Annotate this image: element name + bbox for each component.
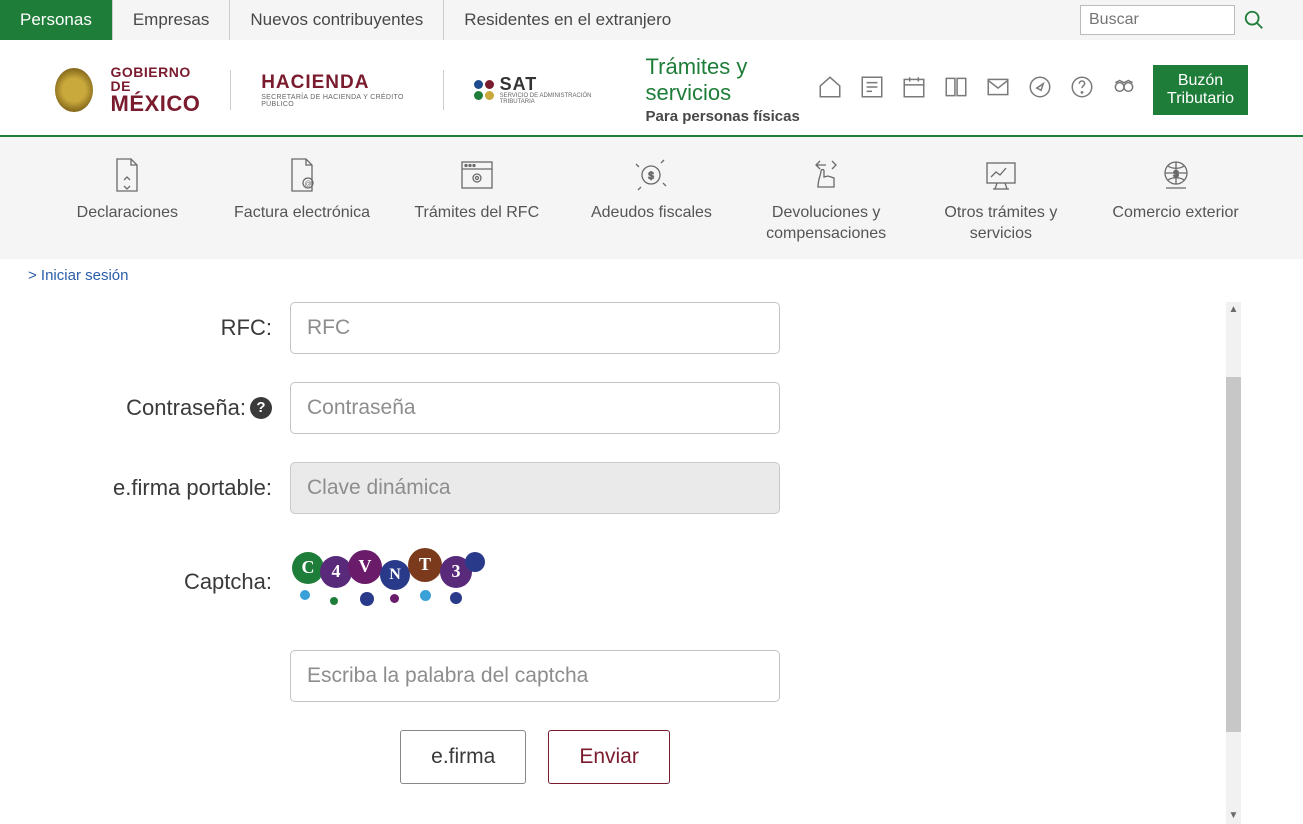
cat-tramites-rfc[interactable]: Trámites del RFC xyxy=(402,155,552,245)
password-label: Contraseña: ? xyxy=(60,395,290,421)
globe-dollar-icon: $ xyxy=(1156,155,1196,195)
cat-label: Trámites del RFC xyxy=(414,203,539,224)
efirma-portable-input xyxy=(290,462,780,514)
hand-swap-icon xyxy=(806,155,846,195)
captcha-input[interactable] xyxy=(290,650,780,702)
hacienda-line1: HACIENDA xyxy=(261,72,413,94)
password-input[interactable] xyxy=(290,382,780,434)
gobierno-line1: GOBIERNO DE xyxy=(111,65,201,93)
svg-text:$: $ xyxy=(649,171,655,182)
divider xyxy=(230,70,231,110)
buzon-tributario-button[interactable]: Buzón Tributario xyxy=(1153,65,1248,115)
money-down-icon: $ xyxy=(631,155,671,195)
svg-text:$: $ xyxy=(1173,169,1178,179)
login-form-area: ▲ ▼ RFC: Contraseña: ? e.firma portable:… xyxy=(0,292,1303,824)
hacienda-logo: HACIENDA SECRETARÍA DE HACIENDA Y CRÉDIT… xyxy=(261,72,413,108)
scrollbar[interactable]: ▲ ▼ xyxy=(1226,302,1241,824)
cat-otros-tramites[interactable]: Otros trámites y servicios xyxy=(926,155,1076,245)
gobierno-line2: MÉXICO xyxy=(111,93,201,115)
captcha-image: C 4 V N T 3 xyxy=(290,542,780,622)
sat-logo: SAT SERVICIO DE ADMINISTRACIÓN TRIBUTARI… xyxy=(474,75,606,105)
sat-line1: SAT xyxy=(500,75,606,93)
mexico-seal-icon xyxy=(55,68,93,112)
password-label-text: Contraseña: xyxy=(126,395,246,421)
cat-label: Otros trámites y servicios xyxy=(926,203,1076,245)
book-icon[interactable] xyxy=(943,74,969,105)
scroll-thumb[interactable] xyxy=(1226,377,1241,732)
search-icon[interactable] xyxy=(1243,9,1265,31)
sat-line2: SERVICIO DE ADMINISTRACIÓN TRIBUTARIA xyxy=(500,93,606,105)
search-input[interactable] xyxy=(1080,5,1235,35)
home-icon[interactable] xyxy=(817,74,843,105)
header-bar: GOBIERNO DE MÉXICO HACIENDA SECRETARÍA D… xyxy=(0,40,1303,137)
cat-label: Declaraciones xyxy=(77,203,178,224)
efirma-portable-label: e.firma portable: xyxy=(60,475,290,501)
cat-devoluciones[interactable]: Devoluciones y compensaciones xyxy=(751,155,901,245)
search-container xyxy=(1080,5,1265,35)
browser-gear-icon xyxy=(457,155,497,195)
top-audience-bar: Personas Empresas Nuevos contribuyentes … xyxy=(0,0,1303,40)
invoice-icon: @ xyxy=(282,155,322,195)
svg-text:@: @ xyxy=(304,181,311,188)
tab-residentes-extranjero[interactable]: Residentes en el extranjero xyxy=(444,0,691,40)
submit-button[interactable]: Enviar xyxy=(548,730,670,784)
compass-icon[interactable] xyxy=(1027,74,1053,105)
efirma-button[interactable]: e.firma xyxy=(400,730,526,784)
calendar-icon[interactable] xyxy=(901,74,927,105)
cat-comercio-exterior[interactable]: $ Comercio exterior xyxy=(1101,155,1251,245)
tab-nuevos-contribuyentes[interactable]: Nuevos contribuyentes xyxy=(230,0,444,40)
gobierno-mexico-logo: GOBIERNO DE MÉXICO xyxy=(111,65,201,115)
chart-screen-icon xyxy=(981,155,1021,195)
sat-dots-icon xyxy=(474,80,494,100)
hacienda-line2: SECRETARÍA DE HACIENDA Y CRÉDITO PÚBLICO xyxy=(261,94,413,108)
scroll-up-icon[interactable]: ▲ xyxy=(1226,302,1241,318)
breadcrumb[interactable]: > Iniciar sesión xyxy=(0,259,1303,292)
cat-label: Devoluciones y compensaciones xyxy=(751,203,901,245)
category-nav: Declaraciones @ Factura electrónica Trám… xyxy=(0,137,1303,259)
header-title-block: Trámites y servicios Para personas físic… xyxy=(646,54,817,125)
header-icon-row: Buzón Tributario xyxy=(817,65,1248,115)
rfc-input[interactable] xyxy=(290,302,780,354)
help-circle-icon[interactable] xyxy=(1069,74,1095,105)
logo-block: GOBIERNO DE MÉXICO HACIENDA SECRETARÍA D… xyxy=(55,65,606,115)
document-up-icon xyxy=(107,155,147,195)
cat-label: Comercio exterior xyxy=(1112,203,1238,224)
owl-icon[interactable] xyxy=(1111,74,1137,105)
rfc-label: RFC: xyxy=(60,315,290,341)
tab-empresas[interactable]: Empresas xyxy=(113,0,231,40)
news-icon[interactable] xyxy=(859,74,885,105)
help-icon[interactable]: ? xyxy=(250,397,272,419)
divider xyxy=(443,70,444,110)
cat-factura[interactable]: @ Factura electrónica xyxy=(227,155,377,245)
cat-adeudos[interactable]: $ Adeudos fiscales xyxy=(576,155,726,245)
page-title: Trámites y servicios xyxy=(646,54,817,106)
captcha-label: Captcha: xyxy=(60,569,290,595)
cat-declaraciones[interactable]: Declaraciones xyxy=(52,155,202,245)
tab-personas[interactable]: Personas xyxy=(0,0,113,40)
mail-icon[interactable] xyxy=(985,74,1011,105)
login-form: RFC: Contraseña: ? e.firma portable: Cap… xyxy=(60,302,880,784)
cat-label: Factura electrónica xyxy=(234,203,370,224)
button-row: e.firma Enviar xyxy=(290,730,780,784)
audience-tabs: Personas Empresas Nuevos contribuyentes … xyxy=(0,0,691,40)
scroll-down-icon[interactable]: ▼ xyxy=(1226,808,1241,824)
page-subtitle: Para personas físicas xyxy=(646,108,817,125)
cat-label: Adeudos fiscales xyxy=(591,203,712,224)
